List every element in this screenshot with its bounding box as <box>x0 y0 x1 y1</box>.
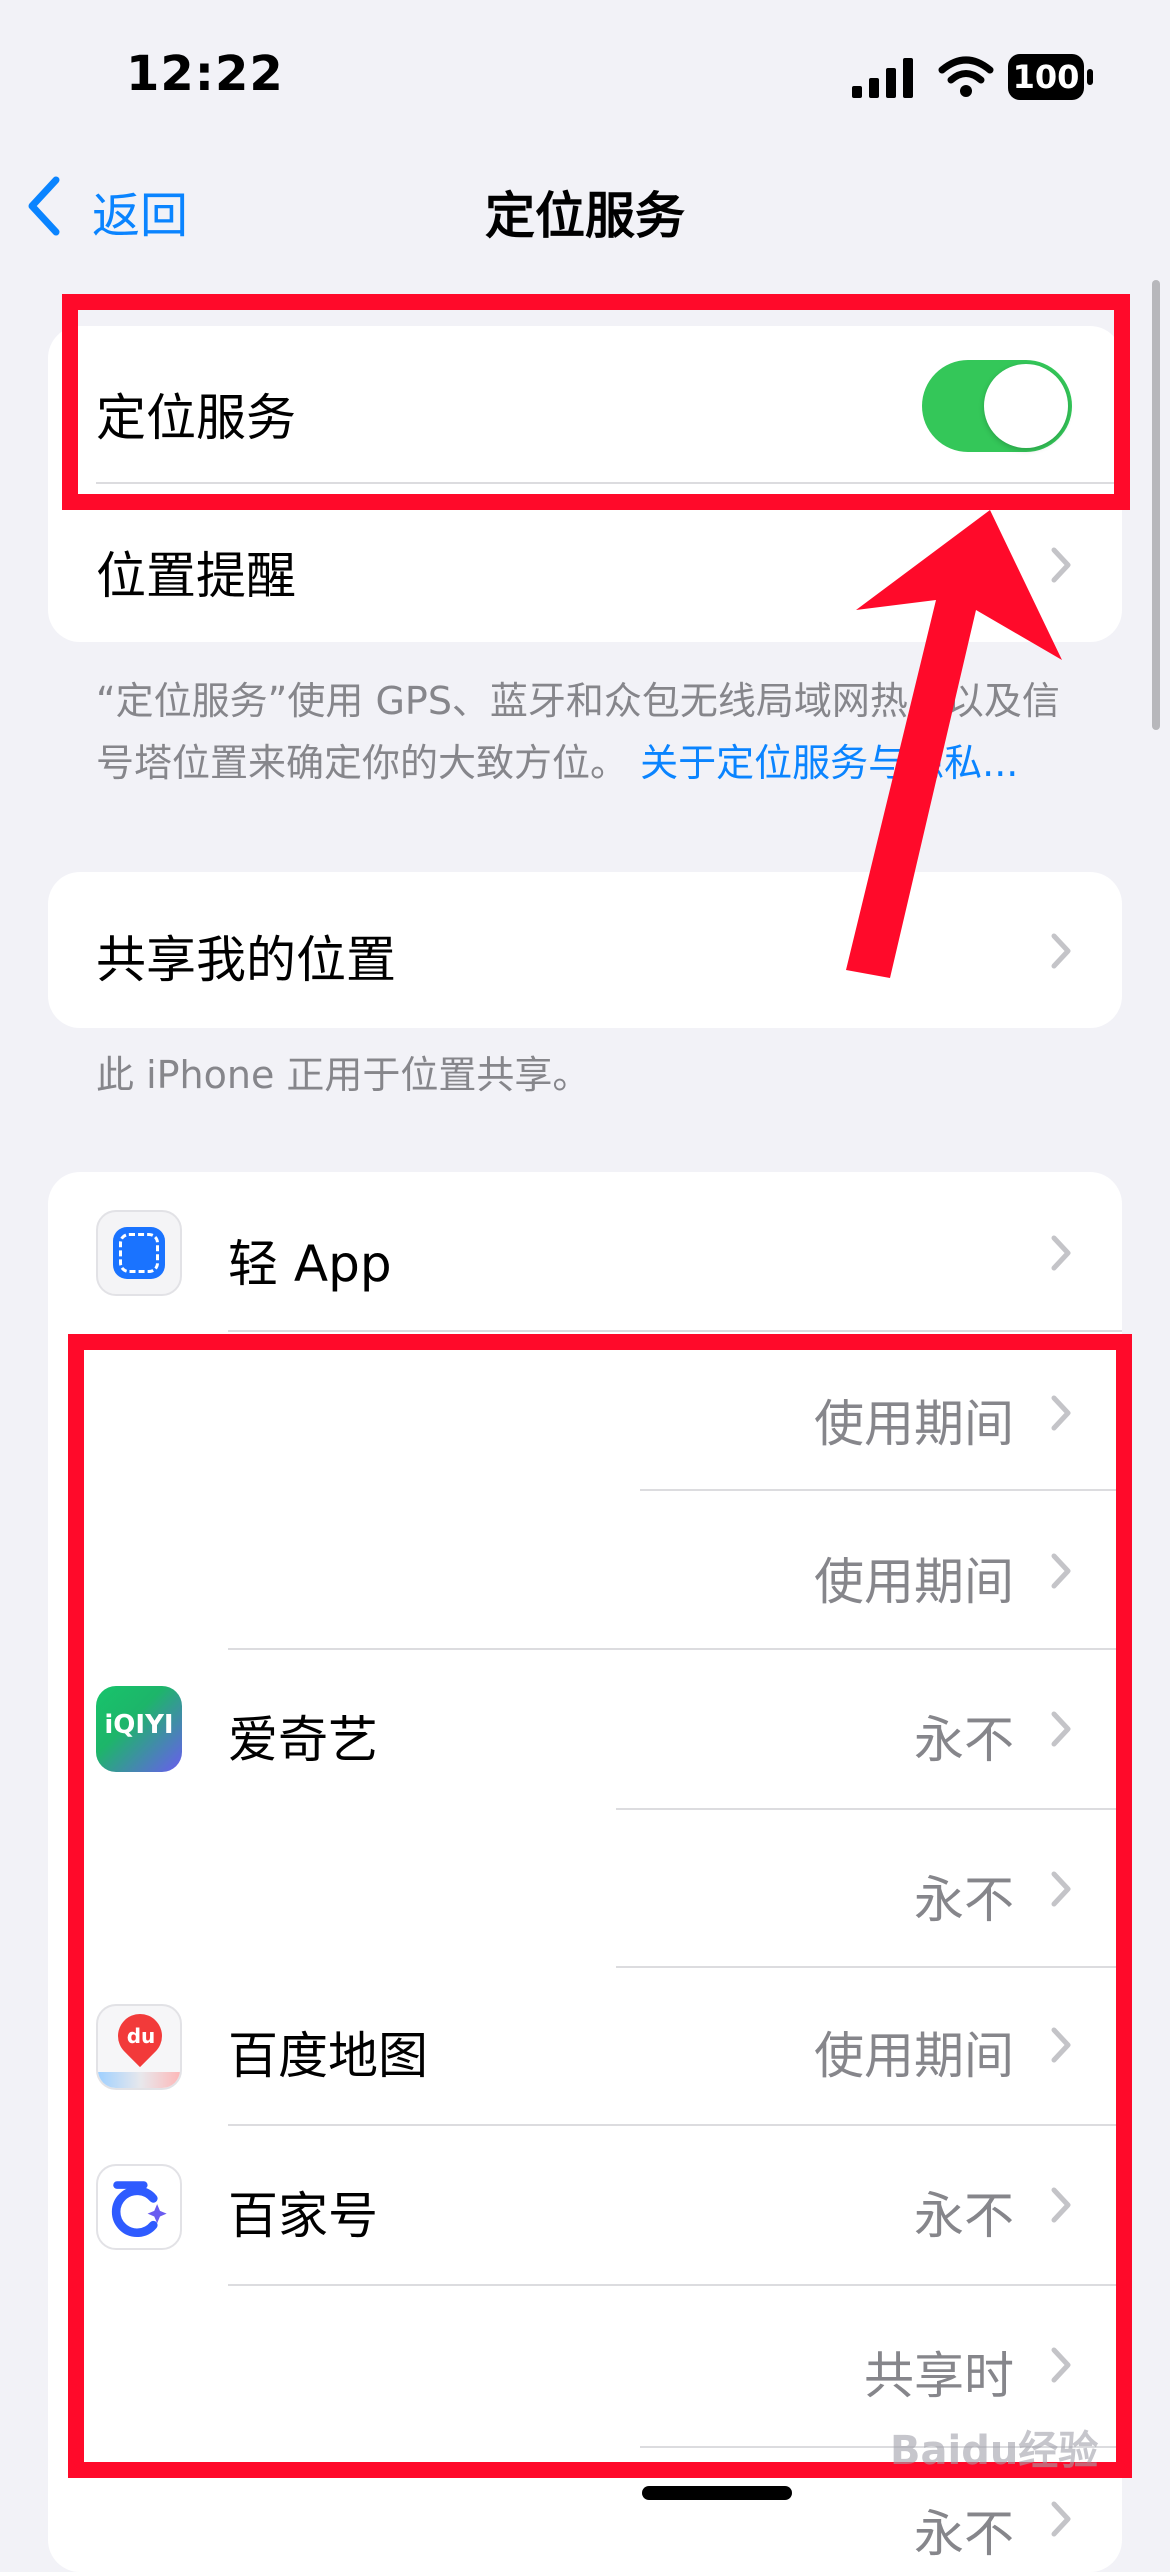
chevron-right-icon <box>1051 1235 1071 1271</box>
scroll-indicator <box>1152 280 1160 730</box>
home-indicator <box>642 2486 792 2500</box>
app-row-value[interactable]: 永不 <box>600 2494 1014 2566</box>
app-row-name[interactable]: 轻 App <box>228 1224 392 1296</box>
location-alerts-row[interactable]: 位置提醒 <box>96 536 296 608</box>
divider <box>228 1330 1122 1332</box>
share-my-location-row[interactable]: 共享我的位置 <box>96 920 396 992</box>
watermark-text: Baidu经验 <box>890 2428 1099 2474</box>
light-app-icon <box>96 1210 182 1296</box>
annotation-arrow-icon <box>846 510 1062 978</box>
annotation-highlight-box <box>68 1334 1132 2478</box>
chevron-right-icon <box>1051 2501 1071 2537</box>
share-location-footnote: 此 iPhone 正用于位置共享。 <box>96 1053 591 1097</box>
cellular-signal-icon <box>852 58 913 98</box>
annotation-highlight-box <box>62 294 1130 510</box>
battery-icon: 100 <box>1008 54 1094 100</box>
page-title: 定位服务 <box>485 187 685 245</box>
wifi-icon <box>938 56 994 97</box>
status-time: 12:22 <box>126 46 284 102</box>
battery-level: 100 <box>1012 58 1080 96</box>
